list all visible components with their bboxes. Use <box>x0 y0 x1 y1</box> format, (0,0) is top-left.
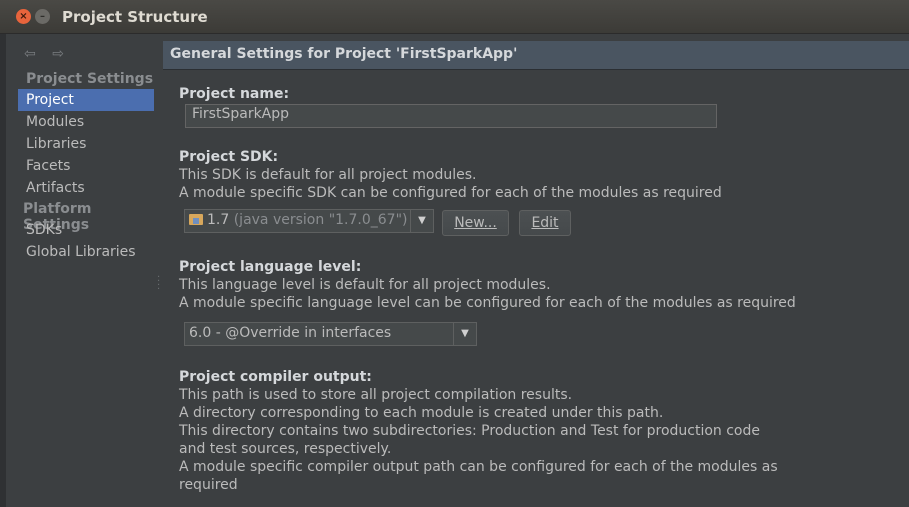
language-level-selected: 6.0 - @Override in interfaces <box>189 325 392 341</box>
sidebar-item-global-libraries[interactable]: Global Libraries <box>18 241 154 263</box>
back-arrow-icon[interactable]: ⇦ <box>24 46 36 62</box>
compiler-output-desc-3: This directory contains two subdirectori… <box>179 423 760 439</box>
compiler-output-desc-6: required <box>179 477 238 493</box>
compiler-output-desc-2: A directory corresponding to each module… <box>179 405 664 421</box>
forward-arrow-icon[interactable]: ⇨ <box>52 46 64 62</box>
section-project-settings: Project Settings <box>26 71 154 87</box>
sidebar-item-modules[interactable]: Modules <box>18 111 154 133</box>
sidebar-item-sdks[interactable]: SDKs <box>18 219 154 241</box>
project-sdk-desc-2: A module specific SDK can be configured … <box>179 185 722 201</box>
sdk-edit-button[interactable]: Edit <box>519 210 571 236</box>
close-window-button[interactable]: × <box>16 9 31 24</box>
project-name-label: Project name: <box>179 86 290 102</box>
chevron-down-icon[interactable]: ▼ <box>453 323 476 345</box>
panel-header-title: General Settings for Project 'FirstSpark… <box>170 46 518 62</box>
main-panel: General Settings for Project 'FirstSpark… <box>163 40 909 507</box>
language-level-desc-1: This language level is default for all p… <box>179 277 551 293</box>
title-bar: × – Project Structure <box>0 0 909 34</box>
compiler-output-label: Project compiler output: <box>179 369 372 385</box>
sidebar-item-artifacts[interactable]: Artifacts <box>18 177 154 199</box>
sdk-version: 1.7 <box>207 212 230 228</box>
project-sdk-dropdown[interactable]: 1.7 (java version "1.7.0_67") ▼ <box>184 209 434 233</box>
language-level-label: Project language level: <box>179 259 362 275</box>
sidebar: ⇦ ⇨ Project Settings Project Modules Lib… <box>6 34 156 507</box>
chevron-down-icon[interactable]: ▼ <box>410 210 433 232</box>
panel-header: General Settings for Project 'FirstSpark… <box>163 41 909 70</box>
window-title: Project Structure <box>62 8 208 26</box>
maximize-window-button[interactable]: – <box>35 9 50 24</box>
splitter[interactable] <box>156 34 162 507</box>
language-level-dropdown[interactable]: 6.0 - @Override in interfaces ▼ <box>184 322 477 346</box>
compiler-output-desc-4: and test sources, respectively. <box>179 441 392 457</box>
sidebar-item-facets[interactable]: Facets <box>18 155 154 177</box>
sidebar-item-libraries[interactable]: Libraries <box>18 133 154 155</box>
compiler-output-desc-1: This path is used to store all project c… <box>179 387 573 403</box>
sdk-folder-icon <box>189 214 203 225</box>
splitter-grip-icon[interactable]: · · · · <box>157 273 160 295</box>
sdk-selected-value: 1.7 (java version "1.7.0_67") <box>189 212 407 228</box>
sdk-new-button[interactable]: New... <box>442 210 509 236</box>
project-sdk-label: Project SDK: <box>179 149 279 165</box>
project-name-input[interactable]: FirstSparkApp <box>185 104 717 128</box>
nav-arrows: ⇦ ⇨ <box>24 46 76 62</box>
project-sdk-desc-1: This SDK is default for all project modu… <box>179 167 477 183</box>
sidebar-item-project[interactable]: Project <box>18 89 154 111</box>
sdk-detail: (java version "1.7.0_67") <box>233 212 408 228</box>
language-level-desc-2: A module specific language level can be … <box>179 295 796 311</box>
compiler-output-desc-5: A module specific compiler output path c… <box>179 459 778 475</box>
